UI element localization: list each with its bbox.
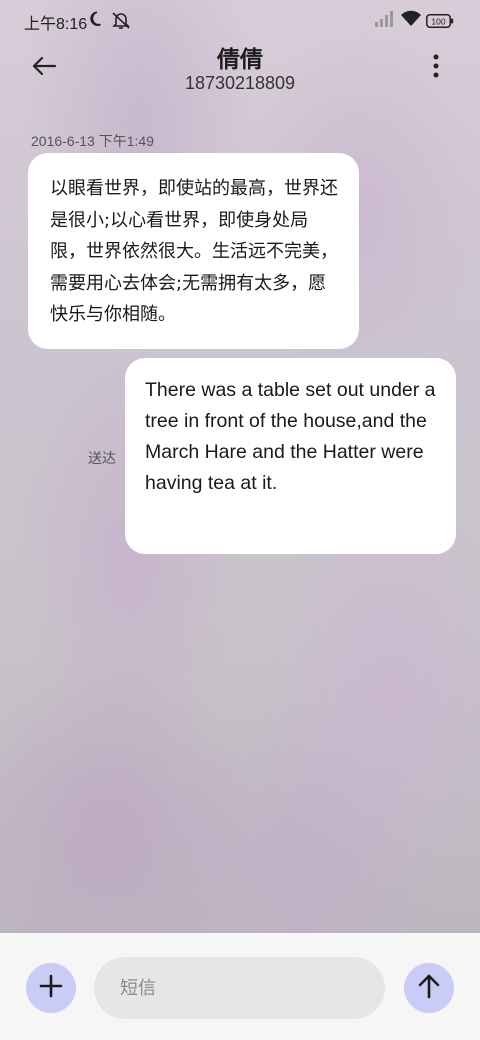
more-options-button[interactable] <box>420 50 452 86</box>
moon-icon <box>88 10 106 32</box>
signal-icon <box>374 10 394 32</box>
send-button[interactable] <box>404 963 454 1013</box>
add-attachment-button[interactable] <box>26 963 76 1013</box>
send-arrow-icon <box>417 973 441 1003</box>
contact-name: 倩倩 <box>217 47 263 73</box>
outgoing-message-text: There was a table set out under a tree i… <box>145 379 436 494</box>
more-vertical-icon <box>432 54 440 82</box>
message-input[interactable] <box>94 957 385 1019</box>
outgoing-message-bubble[interactable]: There was a table set out under a tree i… <box>125 358 456 554</box>
status-time: 上午8:16 <box>24 16 88 33</box>
battery-level: 100 <box>431 16 445 26</box>
plus-icon <box>39 974 63 1002</box>
incoming-message-bubble[interactable]: 以眼看世界，即使站的最高，世界还是很小;以心看世界，即使身处局限，世界依然很大。… <box>28 153 359 349</box>
delivery-status: 送达 <box>88 451 116 467</box>
wifi-icon <box>400 10 422 32</box>
battery-icon: 100 <box>426 13 454 32</box>
message-timestamp: 2016-6-13 下午1:49 <box>31 133 154 149</box>
compose-bar <box>0 933 480 1040</box>
incoming-message-text: 以眼看世界，即使站的最高，世界还是很小;以心看世界，即使身处局限，世界依然很大。… <box>50 178 338 325</box>
bell-off-icon <box>110 10 132 34</box>
status-bar: 上午8:16 100 <box>0 0 480 40</box>
contact-number: 18730218809 <box>184 73 296 93</box>
